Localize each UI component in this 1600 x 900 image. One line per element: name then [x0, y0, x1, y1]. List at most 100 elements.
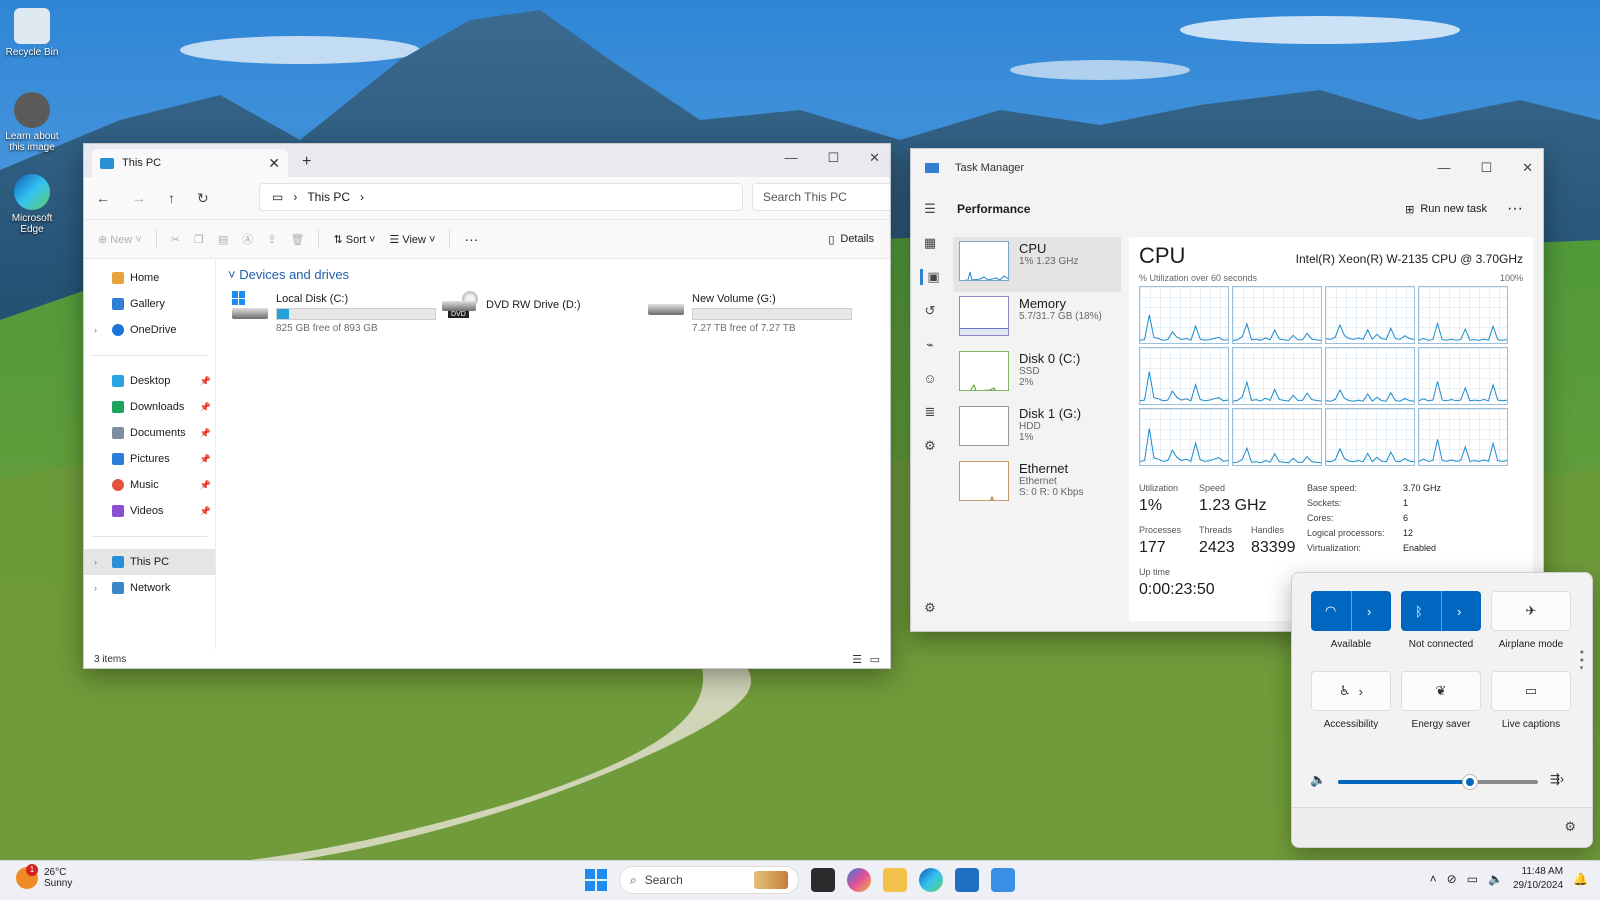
sidebar-item-this-pc[interactable]: › This PC [84, 549, 215, 575]
sidebar-item-music[interactable]: Music 📌 [84, 472, 215, 498]
microsoft-store-icon[interactable] [955, 868, 979, 892]
speaker-icon[interactable]: 🔈 [1488, 872, 1503, 886]
performance-icon[interactable]: ▣ [920, 269, 940, 285]
recycle-bin-shortcut[interactable]: Recycle Bin [0, 8, 64, 58]
cpu-detail-panel: CPU Intel(R) Xeon(R) W-2135 CPU @ 3.70GH… [1129, 237, 1533, 621]
minimize-icon[interactable]: — [1437, 160, 1450, 176]
new-tab-button[interactable]: + [302, 153, 311, 171]
sidebar-item-home[interactable]: Home [84, 265, 215, 291]
audio-output-icon[interactable]: ⇶› [1550, 772, 1564, 786]
volume-slider-thumb[interactable] [1463, 775, 1477, 789]
taskbar-search[interactable]: ⌕ Search [619, 866, 799, 894]
expand-icon[interactable]: › [94, 557, 97, 567]
sort-button[interactable]: ⇅ Sort ˅ [333, 233, 375, 246]
sidebar-item-videos[interactable]: Videos 📌 [84, 498, 215, 524]
settings-icon[interactable]: ⚙ [1564, 819, 1576, 835]
sidebar-item-documents[interactable]: Documents 📌 [84, 420, 215, 446]
details-list-icon[interactable]: ≣ [925, 404, 936, 420]
breadcrumb[interactable]: This PC [307, 190, 350, 204]
more-options-icon[interactable]: ··· [464, 231, 478, 247]
copy-icon[interactable]: ❐ [194, 233, 204, 246]
resource-item-ethernet[interactable]: Ethernet Ethernet S: 0 R: 0 Kbps [953, 457, 1121, 512]
close-icon[interactable]: ✕ [1522, 160, 1533, 176]
view-button[interactable]: ☰ View ˅ [389, 233, 435, 246]
details-view-icon[interactable]: ☰ [852, 653, 862, 666]
hamburger-icon[interactable]: ☰ [924, 201, 936, 217]
expand-icon[interactable]: › [94, 325, 97, 335]
maximize-icon[interactable]: ☐ [827, 150, 839, 166]
drive-local-disk-c[interactable]: Local Disk (C:) 825 GB free of 893 GB [232, 291, 436, 334]
rename-icon[interactable]: Ⓐ [242, 231, 253, 247]
live-captions-toggle[interactable]: ▭ [1491, 671, 1571, 711]
close-icon[interactable]: ✕ [869, 150, 880, 166]
search-input[interactable]: Search This PC ⌕ [752, 183, 890, 211]
edge-icon[interactable] [919, 868, 943, 892]
resource-item-disk-0[interactable]: Disk 0 (C:) SSD 2% [953, 347, 1121, 402]
chevron-right-icon[interactable]: › [1457, 604, 1461, 619]
logical-processor-graph [1418, 286, 1508, 344]
sidebar-item-desktop[interactable]: Desktop 📌 [84, 368, 215, 394]
run-new-task-button[interactable]: ⊞ Run new task [1405, 203, 1487, 216]
cut-icon[interactable]: ✂ [171, 233, 180, 246]
notifications-icon[interactable]: 🔔 [1573, 872, 1588, 886]
back-icon[interactable]: ← [96, 190, 110, 206]
delete-icon[interactable]: 🗑 [291, 233, 305, 246]
sidebar-item-gallery[interactable]: Gallery [84, 291, 215, 317]
weather-widget[interactable]: 1 26°C Sunny [16, 864, 72, 889]
sidebar-item-pictures[interactable]: Pictures 📌 [84, 446, 215, 472]
airplane-mode-toggle[interactable]: ✈ [1491, 591, 1571, 631]
task-view-icon[interactable] [811, 868, 835, 892]
accessibility-toggle[interactable]: ♿ › [1311, 671, 1391, 711]
minimize-icon[interactable]: — [784, 150, 797, 166]
processes-icon[interactable]: ▦ [924, 235, 936, 251]
forward-icon[interactable]: → [132, 190, 146, 206]
refresh-icon[interactable]: ↻ [197, 190, 209, 207]
more-options-icon[interactable]: ··· [1507, 200, 1523, 218]
volume-slider[interactable] [1338, 775, 1538, 789]
clock[interactable]: 11:48 AM 29/10/2024 [1513, 865, 1563, 893]
chevron-right-icon[interactable]: › [1367, 604, 1371, 619]
energy-saver-toggle[interactable]: ❦ [1401, 671, 1481, 711]
cpu-usage-line [1233, 322, 1321, 341]
wifi-toggle[interactable]: ◠ › [1311, 591, 1391, 631]
bluetooth-toggle[interactable]: ᛒ › [1401, 591, 1481, 631]
expand-icon[interactable]: › [94, 583, 97, 593]
app-history-icon[interactable]: ↺ [925, 303, 936, 319]
learn-about-image-shortcut[interactable]: Learn about this image [0, 92, 64, 153]
drive-dvd-d[interactable]: DVD DVD RW Drive (D:) [442, 291, 581, 319]
paste-icon[interactable]: ▤ [218, 233, 228, 246]
display-icon[interactable]: ▭ [1467, 872, 1478, 886]
sidebar-item-network[interactable]: › Network [84, 575, 215, 601]
sidebar-item-downloads[interactable]: Downloads 📌 [84, 394, 215, 420]
resource-thumbnail [959, 351, 1009, 391]
explorer-tab[interactable]: This PC ✕ [92, 149, 288, 177]
address-bar[interactable]: ▭ › This PC › [259, 183, 743, 211]
startup-apps-icon[interactable]: ⌁ [926, 337, 934, 353]
page-dots[interactable]: ● ● ▾ [1580, 649, 1584, 673]
network-disconnected-icon[interactable]: ⊘ [1447, 872, 1457, 886]
sidebar-item-onedrive[interactable]: › OneDrive [84, 317, 215, 343]
new-button[interactable]: ⊕ New ˅ [98, 233, 142, 246]
resource-item-cpu[interactable]: CPU 1% 1.23 GHz [953, 237, 1121, 292]
settings-icon[interactable]: ⚙ [924, 600, 936, 616]
chevron-right-icon[interactable]: › [1359, 684, 1363, 699]
users-icon[interactable]: ☺ [923, 371, 936, 386]
close-tab-icon[interactable]: ✕ [268, 155, 280, 172]
copilot-icon[interactable] [847, 868, 871, 892]
drive-new-volume-g[interactable]: New Volume (G:) 7.27 TB free of 7.27 TB [648, 291, 852, 334]
tiles-view-icon[interactable]: ▭ [870, 653, 880, 666]
volume-icon[interactable]: 🔈 [1310, 772, 1326, 788]
up-icon[interactable]: ↑ [168, 190, 175, 206]
group-header[interactable]: ˅ Devices and drives [228, 267, 878, 282]
resource-item-memory[interactable]: Memory 5.7/31.7 GB (18%) [953, 292, 1121, 347]
resource-item-disk-1[interactable]: Disk 1 (G:) HDD 1% [953, 402, 1121, 457]
details-button[interactable]: ▯ Details [828, 233, 874, 246]
share-icon[interactable]: ⇪ [267, 233, 276, 246]
services-icon[interactable]: ⚙ [924, 438, 936, 454]
edge-shortcut[interactable]: Microsoft Edge [0, 174, 64, 235]
file-explorer-icon[interactable] [883, 868, 907, 892]
start-button[interactable] [585, 869, 607, 891]
maximize-icon[interactable]: ☐ [1480, 160, 1492, 176]
chevron-up-icon[interactable]: ˄ [1430, 872, 1437, 886]
task-manager-icon[interactable] [991, 868, 1015, 892]
